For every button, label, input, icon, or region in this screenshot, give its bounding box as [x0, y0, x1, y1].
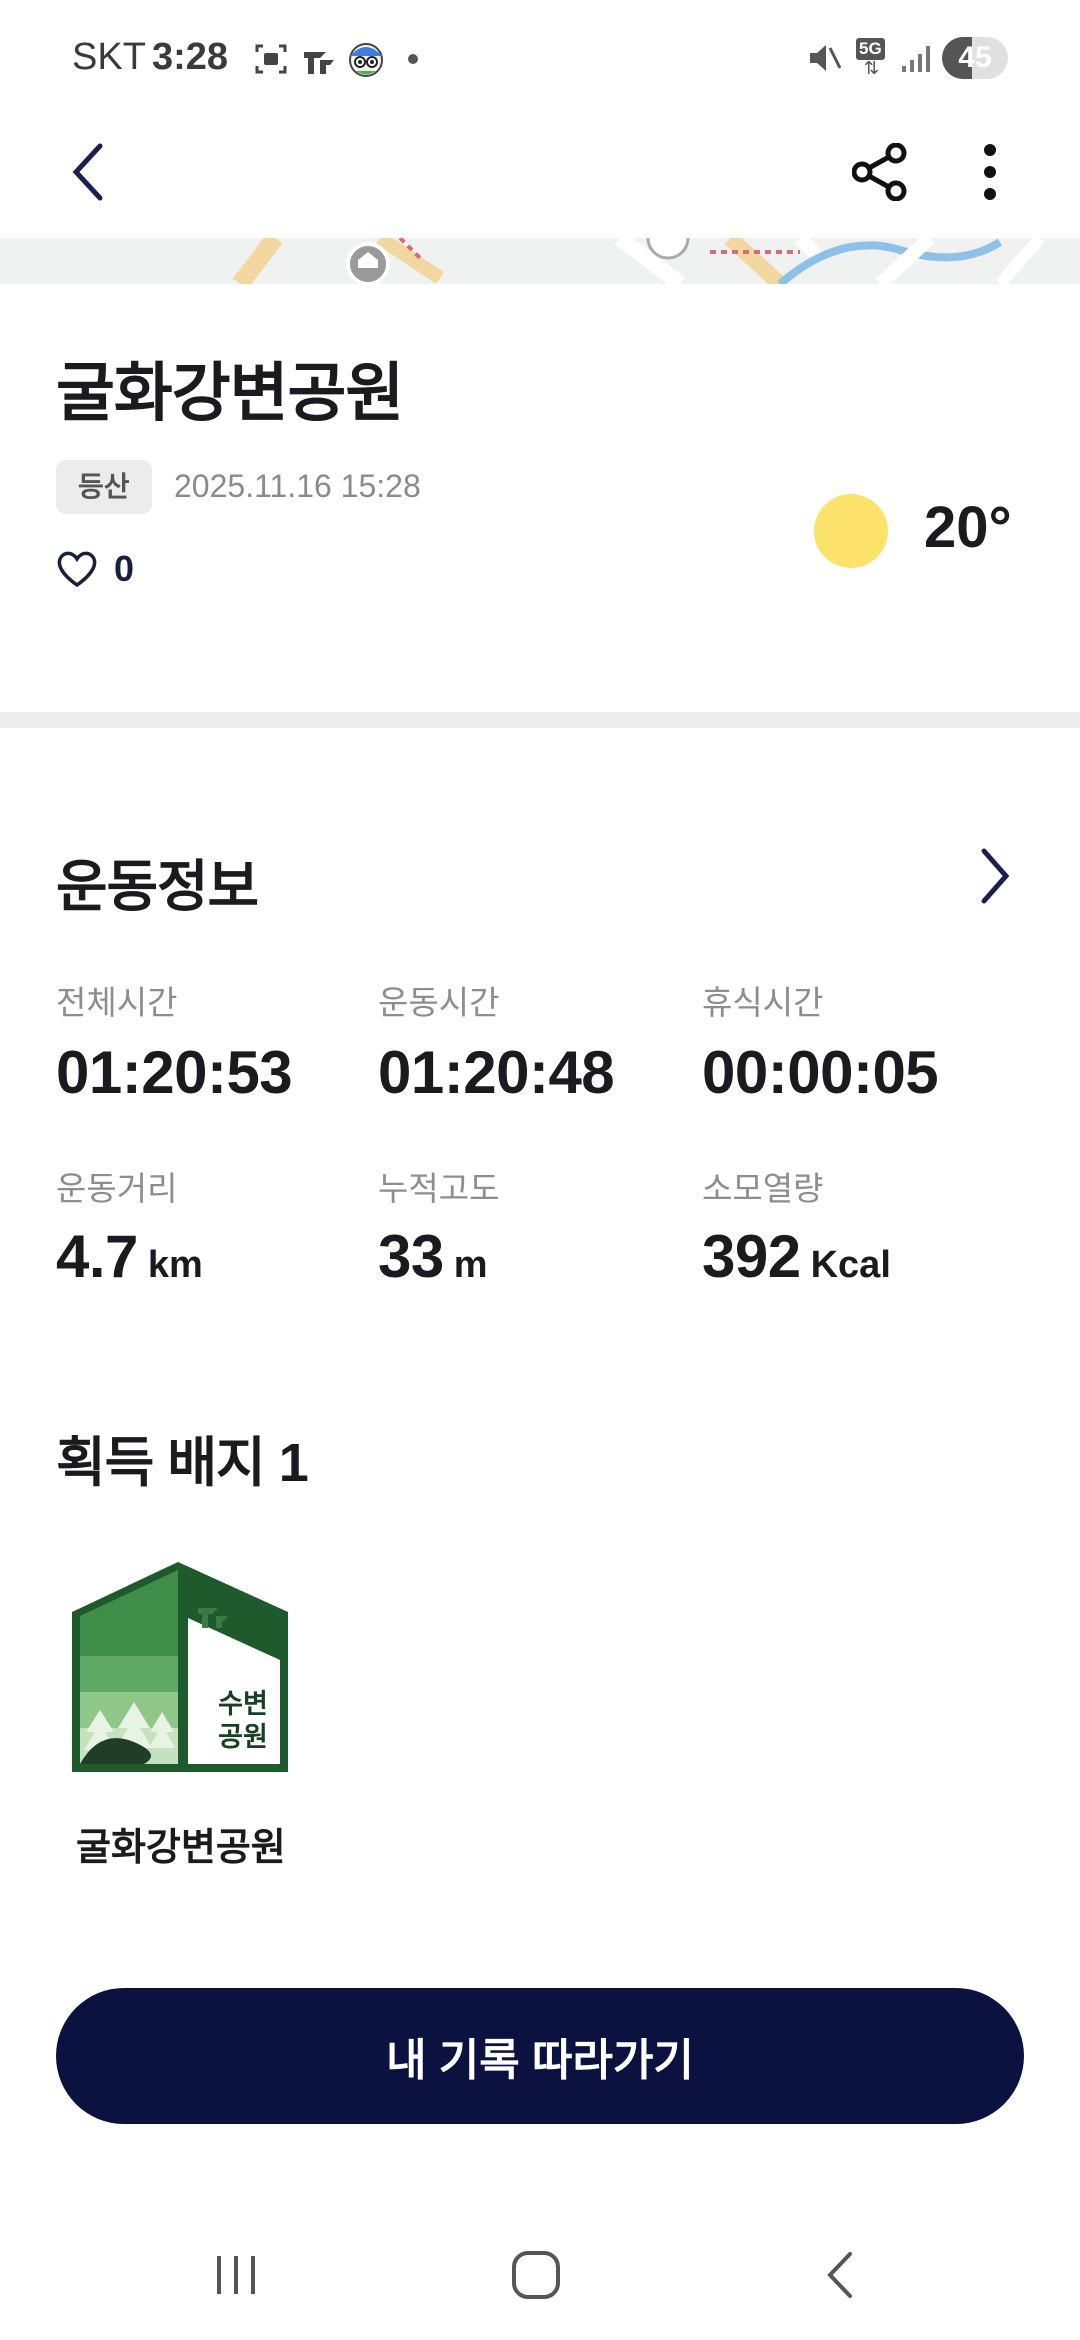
system-back-button[interactable]	[800, 2240, 880, 2310]
map-preview-graphic	[0, 238, 1080, 284]
calories-label: 소모열량	[702, 1170, 824, 1207]
elevation-stat: 33 m	[378, 1222, 488, 1291]
exercise-detail-button[interactable]	[970, 846, 1020, 906]
record-datetime: 2025.11.16 15:28	[174, 468, 421, 504]
back-arrow-icon	[827, 2252, 852, 2298]
category-chip: 등산	[56, 460, 152, 514]
follow-my-record-button[interactable]: 내 기록 따라가기	[56, 1988, 1024, 2124]
calories-unit: Kcal	[810, 1244, 891, 1286]
temperature: 20°	[924, 495, 1012, 560]
like-count: 0	[114, 548, 135, 589]
character-app-icon	[349, 43, 383, 77]
share-icon	[852, 143, 907, 201]
clock: 3:28	[152, 36, 229, 78]
screenshot-icon	[255, 44, 287, 74]
carrier-label: SKT	[72, 36, 146, 78]
back-button[interactable]	[48, 132, 128, 212]
elevation-value: 33	[378, 1223, 444, 1290]
signal-icon	[902, 46, 930, 72]
network-5g-icon: 5G ⇅	[856, 38, 890, 78]
status-bar: SKT 3:28 5G ⇅ 45	[0, 0, 1080, 118]
battery-level: 45	[958, 41, 992, 74]
distance-unit: km	[147, 1244, 203, 1286]
trangle-app-icon	[304, 52, 334, 74]
place-title: 굴화강변공원	[56, 357, 404, 429]
chevron-right-icon	[981, 848, 1010, 904]
home-icon	[512, 2251, 560, 2299]
battery-indicator: 45	[942, 37, 1008, 79]
rest-time-value: 00:00:05	[702, 1039, 939, 1106]
distance-stat: 4.7 km	[56, 1222, 203, 1291]
badge-emblem-text: 수변 공원	[206, 1688, 280, 1754]
moving-time-label: 운동시간	[378, 984, 500, 1021]
route-map[interactable]	[0, 238, 1080, 284]
distance-label: 운동거리	[56, 1170, 178, 1207]
elevation-label: 누적고도	[378, 1170, 500, 1207]
mute-icon	[810, 45, 842, 71]
recent-apps-icon	[217, 2256, 255, 2294]
moving-time-value: 01:20:48	[378, 1039, 615, 1106]
network-type-label: 5G	[856, 38, 885, 60]
heart-icon	[57, 551, 97, 588]
exercise-info-title: 운동정보	[56, 855, 259, 918]
badge-item[interactable]: 수변 공원	[70, 1560, 290, 1774]
sun-icon	[814, 494, 888, 568]
recent-apps-button[interactable]	[196, 2240, 276, 2310]
like-button[interactable]: 0	[56, 548, 134, 590]
total-time-label: 전체시간	[56, 984, 178, 1021]
calories-value: 392	[702, 1223, 801, 1290]
section-divider	[0, 712, 1080, 728]
badge-name: 굴화강변공원	[76, 1827, 286, 1869]
more-vertical-icon	[984, 144, 996, 200]
total-time-value: 01:20:53	[56, 1039, 293, 1106]
more-options-button[interactable]	[950, 132, 1030, 212]
home-button[interactable]	[496, 2240, 576, 2310]
calories-stat: 392 Kcal	[702, 1222, 891, 1291]
rest-time-label: 휴식시간	[702, 984, 824, 1021]
more-notifications-dot	[408, 54, 418, 64]
elevation-unit: m	[453, 1244, 488, 1286]
badge-emblem-line2: 공원	[218, 1722, 268, 1752]
share-button[interactable]	[840, 132, 920, 212]
badge-emblem-line1: 수변	[218, 1689, 268, 1719]
chevron-left-icon	[72, 143, 103, 201]
earned-badges-title: 획득 배지 1	[56, 1433, 309, 1493]
distance-value: 4.7	[56, 1223, 138, 1290]
